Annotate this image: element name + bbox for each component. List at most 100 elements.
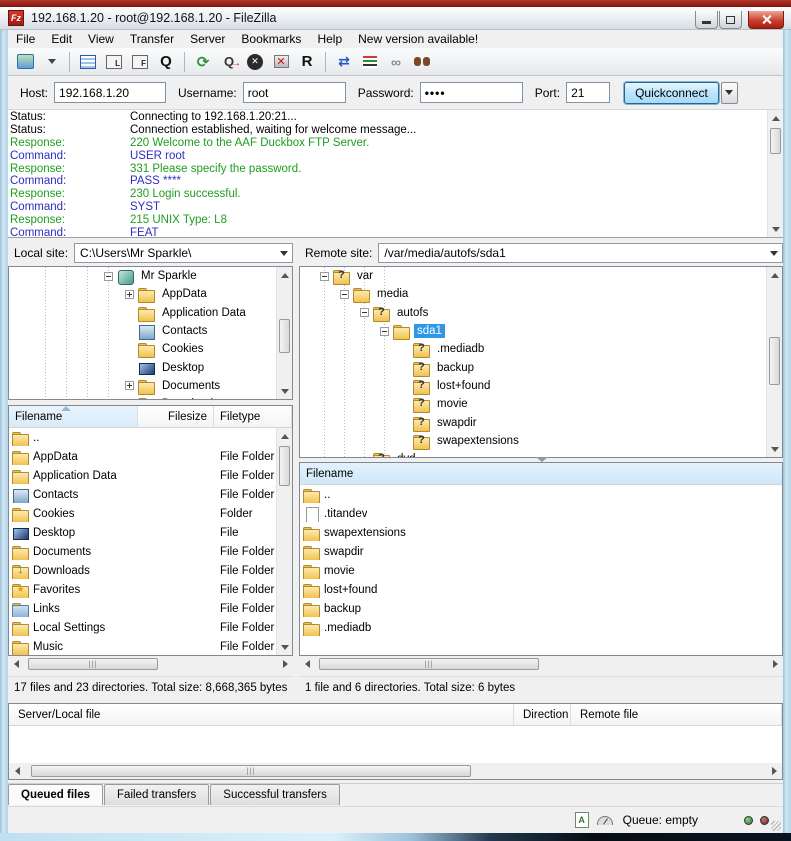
scroll-down-arrow[interactable] (277, 639, 293, 655)
tree-item-media[interactable]: media (300, 285, 766, 303)
scroll-down-arrow[interactable] (767, 441, 783, 457)
tree-expander-minus[interactable] (360, 308, 369, 317)
tree-item-downloads[interactable]: ↓Downloads (9, 395, 276, 399)
splitter-collapse-icon[interactable] (536, 457, 548, 462)
file-row-swapextensions[interactable]: swapextensions (300, 523, 782, 542)
reconnect-button[interactable]: R (295, 50, 319, 74)
tree-item-swapextensions[interactable]: ?swapextensions (300, 432, 766, 450)
tab-successful-transfers[interactable]: Successful transfers (210, 784, 340, 805)
column-header-filename[interactable]: Filename (9, 406, 138, 427)
menu-help[interactable]: Help (309, 31, 350, 47)
tree-item-backup[interactable]: ?backup (300, 358, 766, 376)
tree-item-movie[interactable]: ?movie (300, 395, 766, 413)
file-row-desktop[interactable]: DesktopFile (9, 523, 276, 542)
tree-expander-minus[interactable] (104, 272, 113, 281)
synchronized-browsing-button[interactable]: ∞ (384, 50, 408, 74)
menu-bookmarks[interactable]: Bookmarks (233, 31, 309, 47)
scrollbar-thumb[interactable] (279, 446, 290, 486)
file-row-downloads[interactable]: ↓DownloadsFile Folder (9, 561, 276, 580)
scroll-up-arrow[interactable] (277, 428, 293, 444)
local-list-hscrollbar[interactable]: ||| (8, 656, 293, 672)
scroll-up-arrow[interactable] (768, 110, 784, 126)
toggle-queue-button[interactable]: Q (154, 50, 178, 74)
scroll-down-arrow[interactable] (277, 383, 293, 399)
remote-tree-scrollbar[interactable] (766, 267, 782, 457)
file-row-music[interactable]: MusicFile Folder (9, 637, 276, 655)
scrollbar-thumb[interactable] (770, 128, 781, 154)
local-list-scrollbar[interactable] (276, 428, 292, 655)
file-row-cookies[interactable]: CookiesFolder (9, 504, 276, 523)
scroll-up-arrow[interactable] (767, 267, 783, 283)
refresh-button[interactable]: ⟳ (191, 50, 215, 74)
directory-listing-button[interactable] (358, 50, 382, 74)
host-input[interactable] (54, 82, 166, 103)
chevron-down-icon[interactable] (276, 251, 292, 256)
tree-item-application-data[interactable]: Application Data (9, 304, 276, 322)
file-row-favorites[interactable]: ★FavoritesFile Folder (9, 580, 276, 599)
scroll-right-arrow[interactable] (766, 763, 782, 779)
tree-item-autofs[interactable]: ?autofs (300, 304, 766, 322)
tree-expander-minus[interactable] (340, 290, 349, 299)
maximize-button[interactable] (719, 11, 742, 29)
tree-expander-minus[interactable] (380, 327, 389, 336)
scrollbar-thumb[interactable]: ||| (319, 658, 539, 670)
tree-item-cookies[interactable]: Cookies (9, 340, 276, 358)
queue-hscrollbar[interactable]: ||| (9, 763, 782, 779)
title-bar[interactable]: Fz 192.168.1.20 - root@192.168.1.20 - Fi… (0, 7, 791, 30)
file-row-application-data[interactable]: Application DataFile Folder (9, 466, 276, 485)
tab-failed-transfers[interactable]: Failed transfers (104, 784, 209, 805)
username-input[interactable] (243, 82, 346, 103)
file-row-swapdir[interactable]: swapdir (300, 542, 782, 561)
disconnect-button[interactable]: ✕ (269, 50, 293, 74)
port-input[interactable] (566, 82, 610, 103)
file-row-contacts[interactable]: ContactsFile Folder (9, 485, 276, 504)
column-header-filesize[interactable]: Filesize (138, 406, 214, 427)
toggle-message-log-button[interactable] (76, 50, 100, 74)
tree-item-documents[interactable]: Documents (9, 377, 276, 395)
process-queue-button[interactable]: Q (217, 50, 241, 74)
tree-item-mr-sparkle[interactable]: Mr Sparkle (9, 267, 276, 285)
scroll-left-arrow[interactable] (299, 656, 315, 672)
chevron-down-icon[interactable] (766, 251, 782, 256)
menu-server[interactable]: Server (182, 31, 233, 47)
close-button[interactable] (748, 11, 784, 29)
tree-item-desktop[interactable]: Desktop (9, 358, 276, 376)
toggle-local-tree-button[interactable]: L (102, 50, 126, 74)
minimize-button[interactable] (695, 11, 718, 29)
toggle-remote-tree-button[interactable]: F (128, 50, 152, 74)
tree-expander-minus[interactable] (320, 272, 329, 281)
scrollbar-thumb[interactable] (279, 319, 290, 353)
tree-item-swapdir[interactable]: ?swapdir (300, 413, 766, 431)
remote-site-combobox[interactable]: /var/media/autofs/sda1 (378, 243, 783, 263)
tree-item-lost-found[interactable]: ?lost+found (300, 377, 766, 395)
file-row-documents[interactable]: DocumentsFile Folder (9, 542, 276, 561)
column-header-remote-file[interactable]: Remote file (571, 704, 782, 725)
file-row-titandev[interactable]: .titandev (300, 504, 782, 523)
tree-item-contacts[interactable]: Contacts (9, 322, 276, 340)
tree-item-var[interactable]: ?var (300, 267, 766, 285)
tree-expander-plus[interactable] (125, 290, 134, 299)
site-manager-dropdown-button[interactable] (39, 50, 63, 74)
tree-item-dvd[interactable]: ?dvd (300, 450, 766, 457)
scroll-down-arrow[interactable] (768, 221, 784, 237)
scroll-up-arrow[interactable] (277, 267, 293, 283)
directory-comparison-button[interactable]: ⇄ (332, 50, 356, 74)
password-input[interactable] (420, 82, 523, 103)
column-header-server-local-file[interactable]: Server/Local file (9, 704, 514, 725)
menu-view[interactable]: View (80, 31, 122, 47)
scrollbar-thumb[interactable]: ||| (31, 765, 471, 777)
local-site-combobox[interactable]: C:\Users\Mr Sparkle\ (74, 243, 293, 263)
filter-button[interactable] (410, 50, 434, 74)
local-tree-scrollbar[interactable] (276, 267, 292, 399)
scroll-right-arrow[interactable] (277, 656, 293, 672)
tree-item-appdata[interactable]: AppData (9, 285, 276, 303)
file-row-backup[interactable]: backup (300, 599, 782, 618)
quickconnect-dropdown-button[interactable] (721, 82, 738, 104)
menu-file[interactable]: File (8, 31, 43, 47)
column-header-filetype[interactable]: Filetype (214, 406, 292, 427)
file-row-local-settings[interactable]: Local SettingsFile Folder (9, 618, 276, 637)
quickconnect-button[interactable]: Quickconnect (624, 82, 719, 104)
scroll-left-arrow[interactable] (9, 763, 25, 779)
scrollbar-thumb[interactable] (769, 337, 780, 385)
site-manager-button[interactable] (13, 50, 37, 74)
